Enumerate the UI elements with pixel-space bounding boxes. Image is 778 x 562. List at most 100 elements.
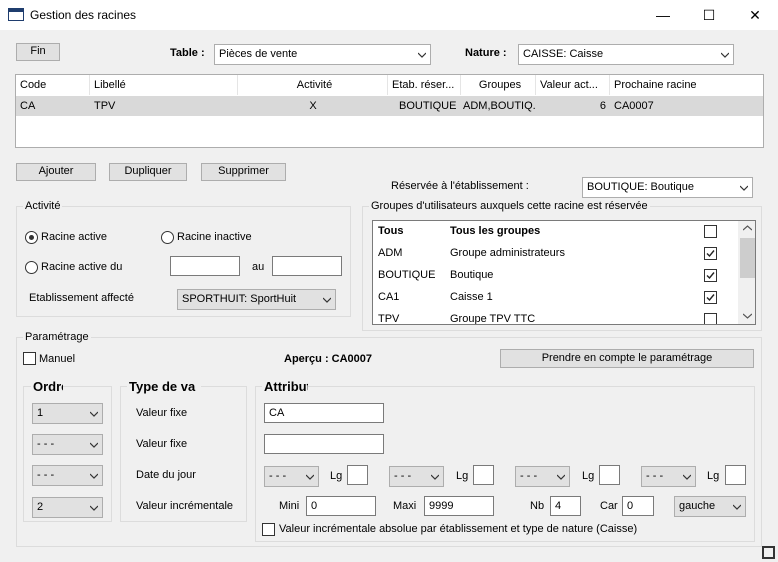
nb-label: Nb — [530, 500, 545, 512]
chevron-down-icon — [90, 505, 98, 511]
date-part-select-2[interactable]: - - - — [389, 466, 444, 487]
scroll-thumb[interactable] — [740, 238, 755, 278]
maxi-input[interactable]: 9999 — [424, 496, 494, 516]
date-from-input[interactable] — [170, 256, 240, 276]
active-radio-label: Racine active — [41, 231, 108, 243]
fixed-value-input-1[interactable]: CA — [264, 403, 384, 423]
order-select-value: - - - — [37, 469, 55, 481]
group-name: Groupe administrateurs — [450, 247, 565, 259]
order-select-3[interactable]: - - - — [32, 465, 103, 486]
car-input[interactable]: 0 — [622, 496, 654, 516]
mini-input[interactable]: 0 — [306, 496, 376, 516]
group-checkbox[interactable] — [704, 225, 717, 238]
title-bar: Gestion des racines — ☐ ✕ — [0, 0, 778, 30]
groups-list[interactable]: Tous Tous les groupes ADM Groupe adminis… — [372, 220, 756, 325]
list-item[interactable]: CA1 Caisse 1 — [373, 287, 739, 309]
resize-grip-icon[interactable] — [762, 546, 775, 559]
fixed-value-input-2[interactable] — [264, 434, 384, 454]
nature-select[interactable]: CAISSE: Caisse — [518, 44, 734, 65]
duplicate-button[interactable]: Dupliquer — [109, 163, 187, 181]
group-name: Boutique — [450, 269, 494, 281]
group-code: TPV — [378, 313, 400, 325]
column-header-prochaine[interactable]: Prochaine racine — [610, 75, 763, 95]
lg-input-2[interactable] — [473, 465, 494, 485]
column-header-libelle[interactable]: Libellé — [90, 75, 238, 95]
column-header-valeur[interactable]: Valeur act... — [536, 75, 610, 95]
etab-select-value: SPORTHUIT: SportHuit — [182, 293, 297, 305]
active-radio[interactable] — [25, 231, 38, 244]
date-part-value: - - - — [646, 470, 664, 482]
lg-label: Lg — [456, 470, 469, 482]
column-header-code[interactable]: Code — [16, 75, 90, 95]
cell-prochaine: CA0007 — [614, 100, 654, 112]
lg-label: Lg — [330, 470, 343, 482]
order-select-1[interactable]: 1 — [32, 403, 103, 424]
lg-input-4[interactable] — [725, 465, 746, 485]
delete-button[interactable]: Supprimer — [201, 163, 286, 181]
lg-label: Lg — [707, 470, 720, 482]
fin-button[interactable]: Fin — [16, 43, 60, 61]
date-to-input[interactable] — [272, 256, 342, 276]
table-label: Table : — [170, 47, 205, 59]
group-checkbox[interactable] — [704, 313, 717, 324]
chevron-down-icon — [90, 442, 98, 448]
align-select-value: gauche — [679, 500, 716, 512]
groups-scrollbar[interactable] — [738, 221, 755, 324]
list-item[interactable]: ADM Groupe administrateurs — [373, 243, 739, 265]
etab-label: Etablissement affecté — [29, 292, 134, 304]
chevron-down-icon — [418, 52, 426, 58]
chevron-down-icon — [306, 474, 314, 480]
group-checkbox[interactable] — [704, 247, 717, 260]
minimize-button[interactable]: — — [640, 0, 686, 30]
reserved-select[interactable]: BOUTIQUE: Boutique — [582, 177, 753, 198]
column-header-activite[interactable]: Activité — [238, 75, 388, 95]
order-select-4[interactable]: 2 — [32, 497, 103, 518]
order-select-value: 2 — [37, 501, 44, 513]
type-group-title: Type de va — [127, 379, 201, 394]
lg-label: Lg — [582, 470, 595, 482]
order-select-value: 1 — [37, 407, 44, 419]
cell-valeur: 6 — [599, 100, 606, 112]
align-select[interactable]: gauche — [674, 496, 746, 517]
maximize-button[interactable]: ☐ — [686, 0, 732, 30]
type-label-2: Valeur fixe — [136, 438, 188, 450]
order-select-2[interactable]: - - - — [32, 434, 103, 455]
add-button[interactable]: Ajouter — [16, 163, 96, 181]
absolute-increment-checkbox[interactable] — [262, 523, 275, 536]
type-label-3: Date du jour — [136, 469, 196, 481]
list-item[interactable]: TPV Groupe TPV TTC — [373, 309, 739, 325]
chevron-down-icon[interactable] — [743, 313, 752, 319]
lg-input-3[interactable] — [599, 465, 620, 485]
checkmark-icon — [706, 272, 715, 280]
date-part-select-1[interactable]: - - - — [264, 466, 319, 487]
roots-grid[interactable]: Code Libellé Activité Etab. réser... Gro… — [15, 74, 764, 148]
chevron-up-icon[interactable] — [743, 225, 752, 231]
active-from-radio[interactable] — [25, 261, 38, 274]
column-header-etab[interactable]: Etab. réser... — [388, 75, 461, 95]
lg-input-1[interactable] — [347, 465, 368, 485]
manual-checkbox[interactable] — [23, 352, 36, 365]
close-icon: ✕ — [749, 7, 761, 23]
nature-select-value: CAISSE: Caisse — [523, 48, 604, 60]
mini-label: Mini — [279, 500, 300, 512]
chevron-down-icon — [90, 411, 98, 417]
close-button[interactable]: ✕ — [732, 0, 778, 30]
chevron-down-icon — [683, 474, 691, 480]
date-part-select-3[interactable]: - - - — [515, 466, 570, 487]
column-header-groupes[interactable]: Groupes — [461, 75, 536, 95]
apply-param-button[interactable]: Prendre en compte le paramétrage — [500, 349, 754, 368]
table-row[interactable]: CA TPV X BOUTIQUE ADM,BOUTIQ... 6 CA0007 — [16, 96, 763, 116]
manual-label: Manuel — [39, 353, 76, 365]
group-checkbox[interactable] — [704, 291, 717, 304]
window-title: Gestion des racines — [30, 8, 137, 22]
date-part-value: - - - — [269, 470, 287, 482]
table-select[interactable]: Pièces de vente — [214, 44, 431, 65]
group-checkbox[interactable] — [704, 269, 717, 282]
inactive-radio[interactable] — [161, 231, 174, 244]
list-item[interactable]: Tous Tous les groupes — [373, 221, 739, 243]
date-part-select-4[interactable]: - - - — [641, 466, 696, 487]
table-select-value: Pièces de vente — [219, 48, 298, 60]
etab-select[interactable]: SPORTHUIT: SportHuit — [177, 289, 336, 310]
nb-input[interactable]: 4 — [550, 496, 581, 516]
list-item[interactable]: BOUTIQUE Boutique — [373, 265, 739, 287]
